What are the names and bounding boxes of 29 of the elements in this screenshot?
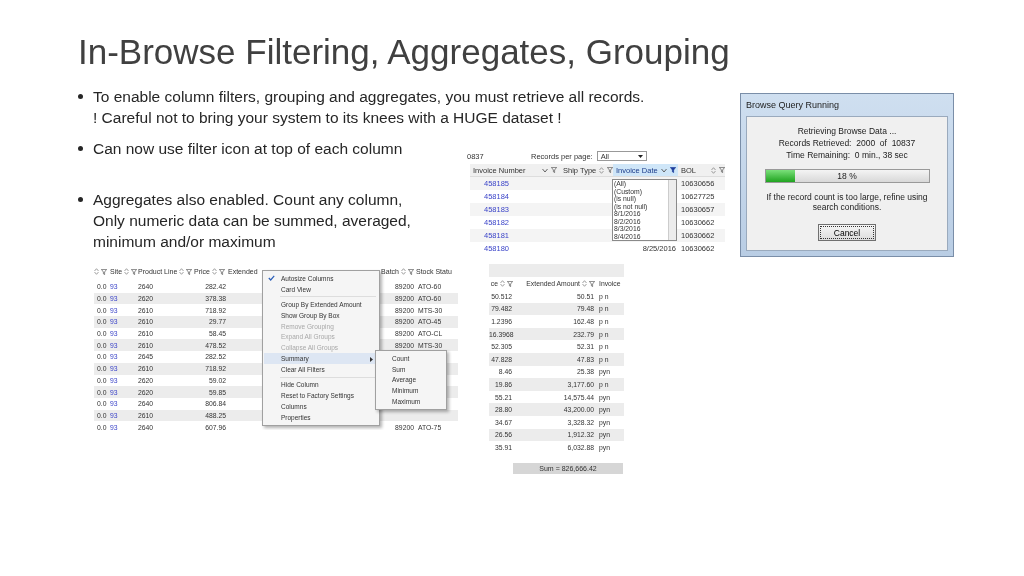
sort-icon[interactable]	[124, 268, 130, 275]
cancel-button[interactable]: Cancel	[818, 224, 876, 241]
caret-icon[interactable]	[542, 167, 548, 173]
bullet-dot	[78, 146, 83, 151]
scrollbar[interactable]	[668, 180, 676, 240]
dialog-title: Browse Query Running	[746, 99, 841, 112]
bullet-text: Aggregates also enabled. Count any column, Only numeric data can be summed, averaged, minimum and/or maximum	[93, 190, 411, 252]
sort-icon[interactable]	[94, 268, 99, 275]
sort-icon[interactable]	[179, 268, 185, 275]
sort-icon[interactable]	[401, 268, 406, 275]
slide-title: In-Browse Filtering, Aggregates, Grouping	[78, 31, 731, 73]
bullet-text: Can now use filter icon at top of each column	[93, 139, 403, 159]
column-header[interactable]	[94, 268, 110, 275]
sort-icon[interactable]	[211, 268, 217, 275]
sort-icon[interactable]	[599, 166, 605, 174]
bullet-dot	[78, 94, 83, 99]
hint-text: If the record count is too large, refine using search conditions.	[765, 192, 929, 212]
caret-icon[interactable]	[660, 167, 667, 173]
bullet-dot	[78, 197, 83, 202]
sort-icon[interactable]	[582, 280, 587, 287]
sort-icon[interactable]	[711, 166, 716, 174]
status-text: Retrieving Browse Data ...	[797, 125, 897, 137]
status-text: Time Remaining: 0 min., 38 sec	[786, 149, 908, 161]
filter-icon[interactable]	[669, 167, 676, 173]
status-text: Records Retrieved: 2000 of 10837	[778, 137, 916, 149]
dropdown-arrow-icon	[637, 154, 643, 158]
bullet-text: To enable column filters, grouping and aggregates, you must retrieve all records. ! Careful not to bring your system to its knees with a HUGE dataset !	[93, 87, 645, 128]
sort-icon[interactable]	[500, 280, 505, 287]
progress-percent: 18 %	[836, 171, 858, 181]
